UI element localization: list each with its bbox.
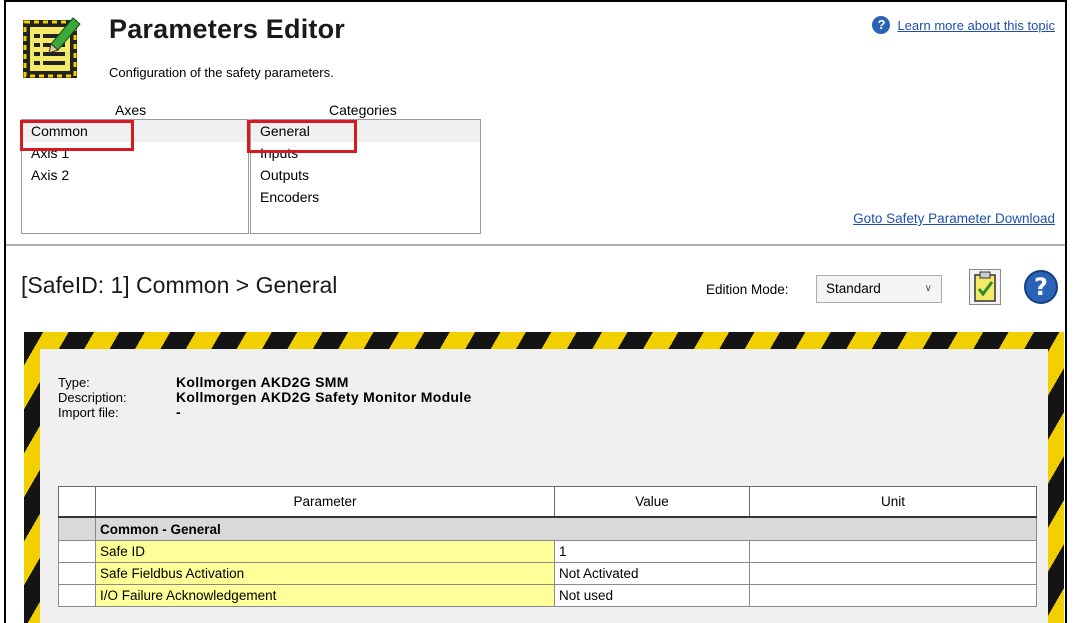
unit-cell [749,562,1037,585]
axes-item-axis-2[interactable]: Axis 2 [22,164,248,186]
categories-header: Categories [329,102,397,118]
edition-mode-select[interactable]: Standard ∨ [816,275,942,303]
column-header-unit[interactable]: Unit [749,486,1037,518]
column-header-value[interactable]: Value [554,486,750,518]
parameter-details-area: Type: Kollmorgen AKD2G SMM Description: … [40,349,1048,623]
unit-cell [749,540,1037,563]
parameter-table: Parameter Value Unit Common - General Sa… [58,486,1037,607]
category-item-outputs[interactable]: Outputs [251,164,480,186]
axes-header: Axes [115,102,147,118]
help-circle-icon: ? [872,16,891,34]
description-label: Description: [58,390,127,405]
row-header[interactable] [58,584,96,607]
row-header[interactable] [58,540,96,563]
page-subtitle: Configuration of the safety parameters. [109,65,334,80]
table-row[interactable]: Safe ID 1 [58,540,1037,563]
value-cell[interactable]: Not used [554,584,750,607]
category-item-general[interactable]: General [251,120,480,142]
table-row[interactable]: Safe Fieldbus Activation Not Activated [58,562,1037,585]
table-row[interactable]: I/O Failure Acknowledgement Not used [58,584,1037,607]
validate-parameters-button[interactable] [969,269,1001,305]
parameter-cell: Safe ID [95,540,555,563]
goto-safety-parameter-download-link[interactable]: Goto Safety Parameter Download [853,211,1055,226]
svg-text:?: ? [1034,273,1048,301]
parameters-editor-window: Parameters Editor Configuration of the s… [4,0,1067,623]
import-file-value: - [176,404,181,420]
table-group-row: Common - General [58,516,1037,541]
categories-list[interactable]: General Inputs Outputs Encoders [250,119,481,234]
axes-item-axis-1[interactable]: Axis 1 [22,142,248,164]
parameter-cell: Safe Fieldbus Activation [95,562,555,585]
learn-more-link[interactable]: Learn more about this topic [897,18,1055,33]
detail-title: [SafeID: 1] Common > General [21,272,338,298]
parameter-cell: I/O Failure Acknowledgement [95,584,555,607]
learn-more-link-group[interactable]: ? Learn more about this topic [872,16,1055,34]
import-file-label: Import file: [58,405,119,420]
column-header-parameter[interactable]: Parameter [95,486,555,518]
axes-item-common[interactable]: Common [22,120,248,142]
safety-hazard-panel: Type: Kollmorgen AKD2G SMM Description: … [24,332,1064,623]
edition-mode-label: Edition Mode: [706,282,789,297]
value-cell[interactable]: 1 [554,540,750,563]
row-header[interactable] [58,562,96,585]
category-item-inputs[interactable]: Inputs [251,142,480,164]
parameters-editor-icon [23,17,81,78]
row-header-corner [58,486,96,518]
page-title: Parameters Editor [109,14,345,44]
type-value: Kollmorgen AKD2G SMM [176,374,349,390]
unit-cell [749,584,1037,607]
section-divider [6,244,1065,246]
category-item-encoders[interactable]: Encoders [251,186,480,208]
help-icon: ? [1024,270,1058,304]
group-label: Common - General [95,516,1037,541]
chevron-down-icon: ∨ [924,283,932,294]
edition-mode-value: Standard [826,281,881,296]
description-value: Kollmorgen AKD2G Safety Monitor Module [176,389,472,405]
axes-list[interactable]: Common Axis 1 Axis 2 [21,119,249,234]
value-cell[interactable]: Not Activated [554,562,750,585]
type-label: Type: [58,375,90,390]
clipboard-check-icon [974,271,996,302]
help-button[interactable]: ? [1023,269,1059,305]
